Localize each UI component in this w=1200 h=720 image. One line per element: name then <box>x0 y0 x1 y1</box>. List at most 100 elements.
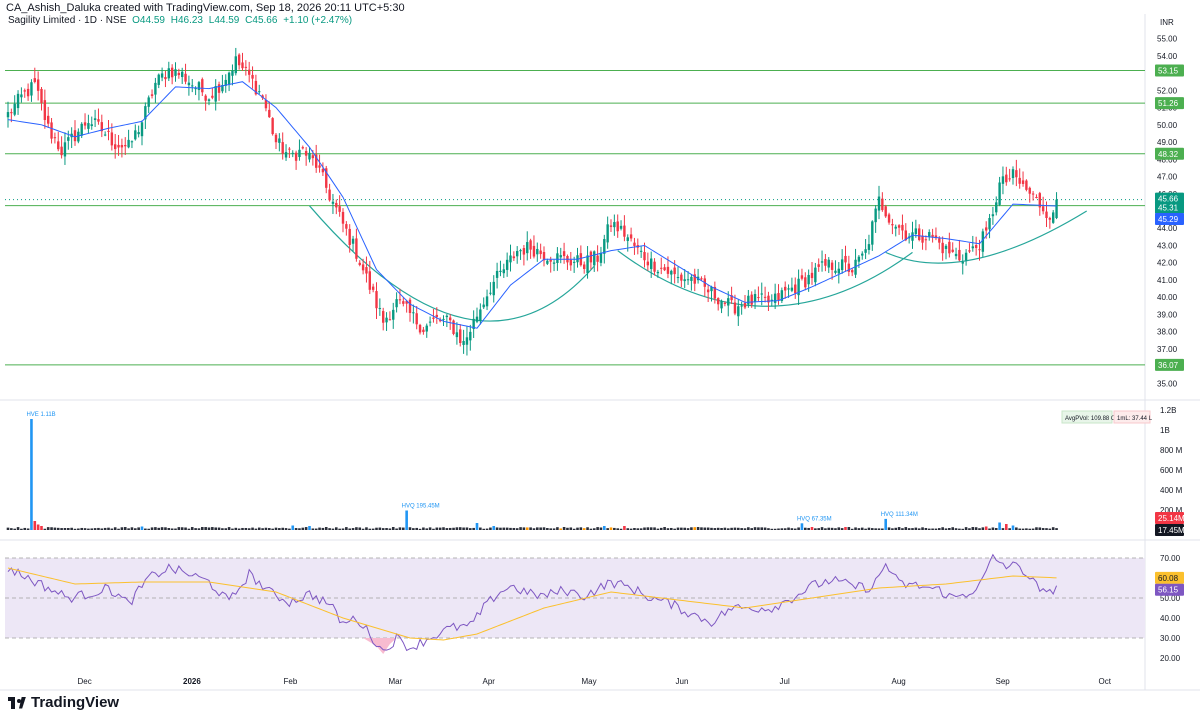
volume-bar <box>10 528 13 530</box>
high-volume-label: HVQ 67.35M <box>797 516 832 522</box>
candle-body <box>629 234 633 239</box>
volume-bar <box>616 528 619 530</box>
volume-bar <box>747 527 750 530</box>
candle-body <box>358 262 361 265</box>
candle-body <box>1008 178 1011 180</box>
candle-body <box>241 62 244 69</box>
candle-body <box>371 286 375 290</box>
candle-body <box>479 309 482 321</box>
candle-body <box>328 189 331 201</box>
volume-bar <box>234 527 238 530</box>
volume-bar <box>482 528 485 530</box>
candle-body <box>1018 177 1021 184</box>
candle-body <box>147 97 150 107</box>
candle-body <box>187 82 191 86</box>
volume-bar <box>740 528 743 530</box>
candle-body <box>656 271 660 274</box>
volume-bar <box>572 528 576 530</box>
time-tick-label: Feb <box>284 677 298 686</box>
candle-body <box>26 88 30 97</box>
volume-bar <box>499 527 502 530</box>
volume-bar <box>452 527 455 530</box>
volume-bar <box>16 527 20 530</box>
candle-body <box>160 73 164 78</box>
volume-bar <box>988 528 991 530</box>
candle-body <box>948 241 951 254</box>
price-tick-label: 41.00 <box>1157 276 1178 285</box>
volume-value-tag: 25.14M <box>1158 514 1185 523</box>
candle-body <box>938 238 941 243</box>
volume-bar <box>549 528 552 530</box>
volume-bar <box>224 528 228 530</box>
price-tick-label: 44.00 <box>1157 224 1178 233</box>
candle-body <box>435 314 438 317</box>
volume-bar <box>777 528 780 530</box>
candle-body <box>844 255 847 263</box>
volume-bar <box>814 528 817 530</box>
volume-bar <box>20 528 23 530</box>
volume-bar <box>194 528 197 530</box>
candle-body <box>921 235 924 243</box>
candle-body <box>666 266 670 274</box>
volume-bar <box>13 528 16 530</box>
candle-body <box>918 228 921 240</box>
candle-body <box>237 54 241 66</box>
candle-body <box>686 279 690 281</box>
candle-body <box>361 264 365 271</box>
candle-body <box>985 227 988 231</box>
candle-body <box>777 293 780 301</box>
candle-body <box>33 78 36 82</box>
volume-bar <box>1031 528 1035 530</box>
candle-body <box>43 100 47 121</box>
candle-body <box>1031 193 1035 195</box>
volume-bar <box>927 528 931 530</box>
volume-bar <box>187 528 191 530</box>
volume-bar <box>170 528 174 530</box>
volume-bar <box>854 527 857 530</box>
volume-bar <box>680 527 683 530</box>
volume-bar <box>536 527 539 530</box>
candle-body <box>643 252 646 261</box>
volume-bar <box>489 527 492 530</box>
volume-bar <box>757 527 760 530</box>
volume-bar <box>586 527 589 530</box>
volume-bar <box>599 527 603 530</box>
volume-bar <box>901 528 904 530</box>
volume-bar <box>532 528 536 530</box>
volume-bar <box>807 527 810 530</box>
candle-body <box>603 239 606 254</box>
candle-body <box>170 67 174 78</box>
volume-bar <box>961 528 965 530</box>
candle-body <box>650 258 653 270</box>
candle-body <box>452 320 455 334</box>
volume-bar <box>405 510 408 530</box>
tradingview-logo[interactable]: TradingView <box>8 694 119 711</box>
candle-body <box>445 315 449 318</box>
candle-body <box>968 250 971 252</box>
volume-bar <box>120 527 124 530</box>
candle-body <box>378 307 382 309</box>
candle-body <box>304 151 308 156</box>
volume-bar <box>981 527 985 530</box>
volume-bar <box>164 527 167 530</box>
volume-bar <box>60 528 63 530</box>
candle-body <box>569 259 572 266</box>
volume-bar <box>596 527 599 530</box>
volume-bar <box>422 527 425 530</box>
candle-body <box>489 292 492 294</box>
candle-body <box>857 256 861 262</box>
volume-bar <box>763 527 767 530</box>
level-price-tag: 45.31 <box>1158 204 1179 213</box>
candle-body <box>264 100 268 109</box>
candle-body <box>341 211 345 224</box>
volume-bar <box>341 528 345 530</box>
volume-bar <box>304 527 308 530</box>
time-tick-label: Sep <box>996 677 1011 686</box>
candle-body <box>824 259 827 266</box>
candle-body <box>284 152 288 158</box>
candle-body <box>526 242 529 254</box>
rsi-ma-value-tag: 60.08 <box>1158 574 1179 583</box>
volume-bar <box>117 528 120 530</box>
candle-body <box>660 267 663 269</box>
volume-bar <box>958 528 961 530</box>
